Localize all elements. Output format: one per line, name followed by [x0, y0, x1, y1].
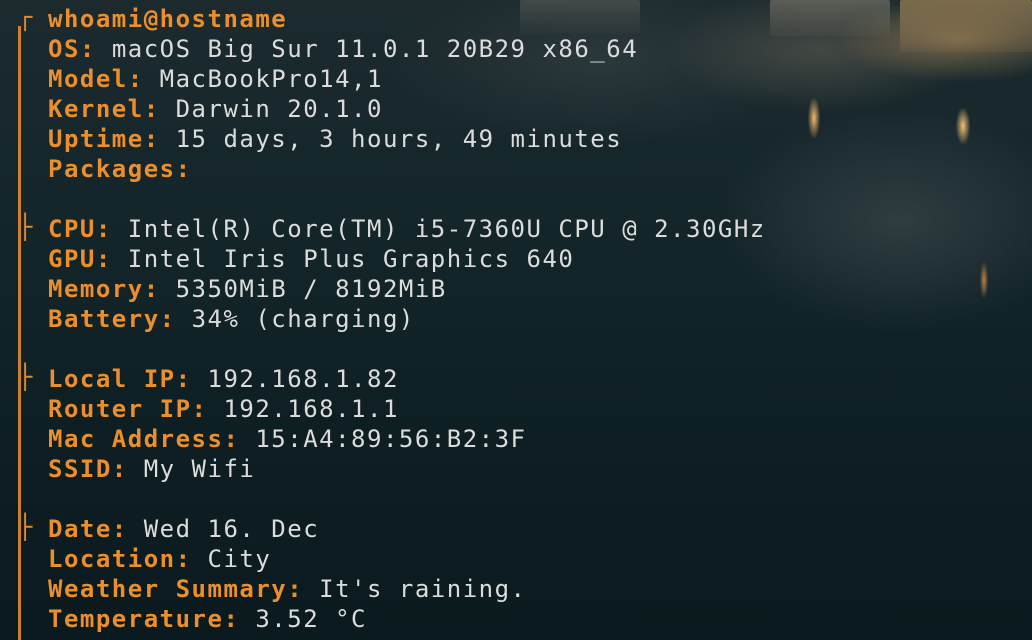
info-key: SSID: [48, 455, 112, 483]
info-value: 5350MiB / 8192MiB: [175, 275, 447, 303]
info-key: Date: [48, 515, 112, 543]
info-row: Mac Address: 15:A4:89:56:B2:3F: [48, 424, 527, 454]
info-row: Router IP: 192.168.1.1: [48, 394, 399, 424]
info-key: Uptime: [48, 125, 144, 153]
bracket-glyph: ├: [18, 213, 34, 241]
user-host-title: whoami@hostname: [48, 5, 288, 33]
info-row: Local IP: 192.168.1.82: [48, 364, 399, 394]
info-key: Memory: [48, 275, 144, 303]
info-value: Wed 16. Dec: [143, 515, 320, 543]
info-key: Kernel: [48, 95, 144, 123]
info-value: Darwin 20.1.0: [175, 95, 383, 123]
info-key: Model: [48, 65, 128, 93]
info-value: Intel Iris Plus Graphics 640: [127, 245, 575, 273]
bracket-rail: [18, 26, 21, 640]
info-value: macOS Big Sur 11.0.1 20B29 x86_64: [111, 35, 639, 63]
key-separator: :: [143, 275, 176, 303]
key-separator: :: [143, 125, 176, 153]
key-separator: :: [223, 425, 256, 453]
bracket-glyph: ├: [18, 363, 34, 391]
key-separator: :: [175, 155, 208, 183]
info-row: Uptime: 15 days, 3 hours, 49 minutes: [48, 124, 622, 154]
info-row: Memory: 5350MiB / 8192MiB: [48, 274, 447, 304]
info-row: Date: Wed 16. Dec: [48, 514, 319, 544]
info-key: Location: [48, 545, 176, 573]
key-separator: :: [191, 395, 224, 423]
info-row: Packages:: [48, 154, 208, 184]
info-value: 34% (charging): [191, 305, 415, 333]
info-value: 3.52 °C: [255, 605, 368, 633]
key-separator: :: [111, 515, 144, 543]
info-row: Temperature: 3.52 °C: [48, 604, 367, 634]
info-row: Weather Summary: It's raining.: [48, 574, 527, 604]
info-value: 15:A4:89:56:B2:3F: [255, 425, 527, 453]
info-row: Location: City: [48, 544, 271, 574]
info-value: 192.168.1.82: [207, 365, 399, 393]
info-key: Weather Summary: [48, 575, 288, 603]
info-key: Mac Address: [48, 425, 224, 453]
info-value: City: [207, 545, 272, 573]
info-key: Battery: [48, 305, 160, 333]
info-row: Battery: 34% (charging): [48, 304, 415, 334]
info-row: Kernel: Darwin 20.1.0: [48, 94, 383, 124]
info-value: My Wifi: [143, 455, 256, 483]
key-separator: :: [95, 245, 128, 273]
key-separator: :: [159, 305, 192, 333]
key-separator: :: [111, 455, 144, 483]
info-value: 192.168.1.1: [223, 395, 399, 423]
desktop-background: whoami@hostname ┌ OS: macOS Big Sur 11.0.1…: [0, 0, 1032, 640]
key-separator: :: [175, 365, 208, 393]
info-row: CPU: Intel(R) Core(TM) i5-7360U CPU @ 2.…: [48, 214, 766, 244]
info-key: Local IP: [48, 365, 176, 393]
info-row: OS: macOS Big Sur 11.0.1 20B29 x86_64: [48, 34, 638, 64]
info-key: Router IP: [48, 395, 192, 423]
info-key: Packages: [48, 155, 176, 183]
info-row: GPU: Intel Iris Plus Graphics 640: [48, 244, 574, 274]
key-separator: :: [287, 575, 320, 603]
key-separator: :: [223, 605, 256, 633]
info-value: MacBookPro14,1: [159, 65, 383, 93]
info-key: GPU: [48, 245, 96, 273]
key-separator: :: [127, 65, 160, 93]
info-value: 15 days, 3 hours, 49 minutes: [175, 125, 623, 153]
info-row: Model: MacBookPro14,1: [48, 64, 383, 94]
info-key: Temperature: [48, 605, 224, 633]
key-separator: :: [143, 95, 176, 123]
key-separator: :: [79, 35, 112, 63]
key-separator: :: [95, 215, 128, 243]
key-separator: :: [175, 545, 208, 573]
info-row: SSID: My Wifi: [48, 454, 255, 484]
info-key: OS: [48, 35, 80, 63]
neofetch-output: whoami@hostname ┌ OS: macOS Big Sur 11.0.1…: [0, 0, 1032, 640]
info-value: Intel(R) Core(TM) i5-7360U CPU @ 2.30GHz: [127, 215, 766, 243]
bracket-glyph: ├: [18, 513, 34, 541]
info-value: It's raining.: [319, 575, 527, 603]
info-key: CPU: [48, 215, 96, 243]
